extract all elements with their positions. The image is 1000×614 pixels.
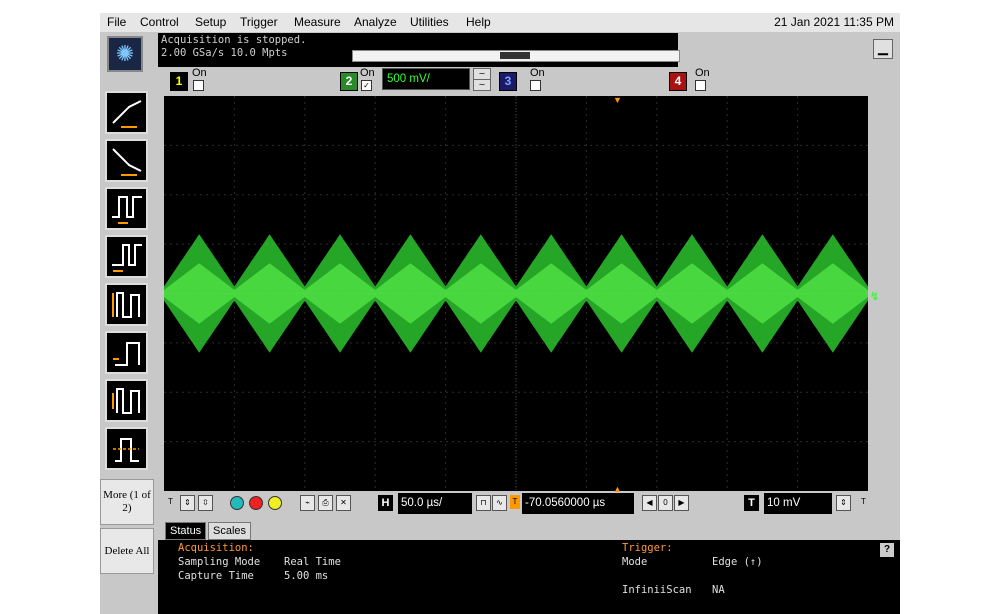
zoom-out-icon[interactable]: ⇳ [198, 495, 213, 511]
channel-2-button[interactable]: 2 [340, 72, 358, 91]
channel-3-on-label: On [530, 67, 545, 79]
menu-control[interactable]: Control [140, 15, 179, 29]
tab-scales[interactable]: Scales [208, 522, 252, 540]
capture-time-value: 5.00 ms [284, 570, 329, 582]
zoom-mode-icon[interactable]: ∿ [492, 495, 507, 511]
channel-1-on-label: On [192, 67, 207, 79]
spark-logo-icon[interactable]: ✺ [107, 36, 143, 72]
channel-4-checkbox[interactable] [695, 80, 706, 91]
oscilloscope-window: File Control Setup Trigger Measure Analy… [100, 13, 900, 614]
trigger-slope-icon: T [861, 497, 866, 506]
channel-2-coupling-dc-icon[interactable]: ∼ [473, 79, 491, 91]
setup-hold-trigger-icon[interactable] [105, 331, 148, 374]
normal-mode-icon[interactable]: ⊓ [476, 495, 491, 511]
transition-trigger-icon[interactable] [105, 379, 148, 422]
trigger-level-stepper-icon[interactable]: ⇕ [836, 495, 851, 511]
channel-1-checkbox[interactable] [193, 80, 204, 91]
more-button[interactable]: More (1 of 2) [100, 479, 154, 525]
menu-trigger[interactable]: Trigger [240, 15, 278, 29]
control-row: T ⇕ ⇳ ⌁ ⎙ ✕ H 50.0 µs/ ⊓ ∿ T -70.0560000… [158, 491, 900, 517]
position-right-icon[interactable]: ▶ [674, 495, 689, 511]
channel-1-button[interactable]: 1 [170, 72, 188, 91]
trigger-position-marker-top-icon: ▼ [613, 95, 622, 105]
channel-2-on-label: On [360, 67, 375, 79]
menu-utilities[interactable]: Utilities [410, 15, 449, 29]
single-button-icon[interactable] [268, 496, 282, 510]
waveform-display[interactable] [164, 96, 868, 491]
trigger-mode-value: Edge (↑) [712, 556, 763, 568]
help-button[interactable]: ? [880, 543, 894, 557]
menu-file[interactable]: File [107, 15, 126, 29]
channel-3-button[interactable]: 3 [499, 72, 517, 91]
sampling-mode-label: Sampling Mode [178, 556, 261, 568]
minimize-button[interactable]: ▁ [873, 39, 893, 59]
channel-4-button[interactable]: 4 [669, 72, 687, 91]
menu-analyze[interactable]: Analyze [354, 15, 397, 29]
tab-row: Status Scales [158, 522, 900, 540]
autoscale-icon[interactable]: ⌁ [300, 495, 315, 511]
menu-setup[interactable]: Setup [195, 15, 226, 29]
glitch-trigger-icon[interactable] [105, 235, 148, 278]
run-button-icon[interactable] [230, 496, 244, 510]
timeout-trigger-icon[interactable] [105, 427, 148, 470]
infiniiscan-label: InfiniiScan [622, 584, 692, 596]
status-panel: Acquisition: Sampling Mode Real Time Cap… [158, 540, 900, 614]
horizontal-position[interactable]: -70.0560000 µs [522, 493, 634, 514]
date-time: 21 Jan 2021 11:35 PM [774, 15, 894, 29]
channel-2-waveform-core [164, 263, 868, 324]
capture-time-label: Capture Time [178, 570, 254, 582]
acquisition-heading: Acquisition: [178, 542, 254, 554]
channel-2-ground-marker-icon[interactable]: ↯ [870, 290, 879, 303]
channel-3-checkbox[interactable] [530, 80, 541, 91]
tab-status[interactable]: Status [165, 522, 207, 540]
trigger-heading: Trigger: [622, 542, 673, 554]
trigger-toolbar: More (1 of 2) Delete All [100, 86, 157, 614]
horizontal-label: H [378, 495, 393, 511]
waveform-svg [164, 96, 868, 491]
zoom-in-icon[interactable]: ⇕ [180, 495, 195, 511]
memory-bar-marker [500, 52, 530, 59]
menu-bar: File Control Setup Trigger Measure Analy… [100, 13, 900, 32]
trigger-delay-marker-icon: T [510, 495, 520, 509]
delete-all-button[interactable]: Delete All [100, 528, 154, 574]
trigger-mode-label: Mode [622, 556, 648, 568]
trigger-label: T [744, 495, 759, 511]
channel-row: 1 On 2 On ✓ 500 mV/ ∼ ∼ 3 On 4 On [158, 67, 900, 96]
menu-measure[interactable]: Measure [294, 15, 341, 29]
horizontal-scale[interactable]: 50.0 µs/ [398, 493, 472, 514]
runt-trigger-icon[interactable] [105, 283, 148, 326]
channel-2-checkbox[interactable]: ✓ [361, 80, 372, 91]
channel-2-scale[interactable]: 500 mV/ [382, 68, 470, 90]
position-zero-icon[interactable]: 0 [658, 495, 673, 511]
stop-button-icon[interactable] [249, 496, 263, 510]
rising-edge-trigger-icon[interactable] [105, 91, 148, 134]
infiniiscan-value: NA [712, 584, 725, 596]
pulse-width-trigger-icon[interactable] [105, 187, 148, 230]
trigger-level[interactable]: 10 mV [764, 493, 832, 514]
t-marker-icon: T [168, 497, 173, 506]
falling-edge-trigger-icon[interactable] [105, 139, 148, 182]
position-left-icon[interactable]: ◀ [642, 495, 657, 511]
clear-display-icon[interactable]: ✕ [336, 495, 351, 511]
menu-help[interactable]: Help [466, 15, 491, 29]
sampling-mode-value: Real Time [284, 556, 341, 568]
channel-4-on-label: On [695, 67, 710, 79]
acquisition-status: Acquisition is stopped. [161, 34, 307, 46]
print-icon[interactable]: ⎙ [318, 495, 333, 511]
